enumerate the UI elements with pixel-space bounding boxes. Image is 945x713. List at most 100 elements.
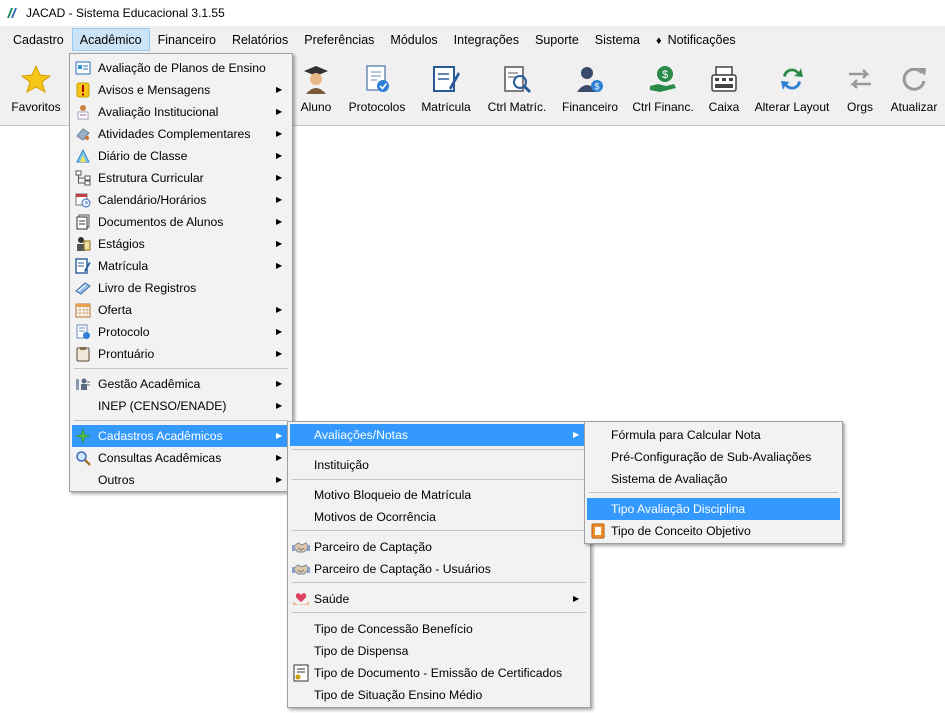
academico-item-avaliacao-de-planos-de-ensino[interactable]: Avaliação de Planos de Ensino [72,57,290,79]
academico-item-label: INEP (CENSO/ENADE) [98,399,227,413]
avaliacoes-item-tipo-de-conceito-objetivo[interactable]: Tipo de Conceito Objetivo [587,520,840,542]
menu-preferencias[interactable]: Preferências [296,28,382,51]
toolbar-ctrl-financ-button[interactable]: $ Ctrl Financ. [628,53,698,125]
menu-sistema[interactable]: Sistema [587,28,648,51]
avaliacoes-item-formula-para-calcular-nota[interactable]: Fórmula para Calcular Nota [587,424,840,446]
cadastros-item-tipo-de-situacao-ensino-medio[interactable]: Tipo de Situação Ensino Médio [290,684,588,706]
cadastros-item-label: Avaliações/Notas [314,428,408,442]
menu-separator [74,368,288,369]
cadastros-item-avaliacoes-notas[interactable]: Avaliações/Notas ▶ [290,424,588,446]
menu-financeiro[interactable]: Financeiro [150,28,224,51]
cadastros-item-tipo-de-concessao-beneficio[interactable]: Tipo de Concessão Benefício [290,618,588,640]
menu-sistema-label: Sistema [594,33,640,47]
book-icon [74,280,92,296]
menu-integracoes[interactable]: Integrações [446,28,527,51]
toolbar-financeiro-label: Financeiro [561,100,619,114]
toolbar-caixa-button[interactable]: Caixa [704,53,744,125]
academico-item-estrutura-curricular[interactable]: Estrutura Curricular ▶ [72,167,290,189]
academico-item-consultas-academicas[interactable]: Consultas Acadêmicas ▶ [72,447,290,469]
academico-item-oferta[interactable]: Oferta ▶ [72,299,290,321]
academico-item-label: Avaliação de Planos de Ensino [98,61,266,75]
menu-separator [292,612,586,613]
menu-notificacoes[interactable]: ♦ Notificações [648,28,744,51]
academico-item-livro-de-registros[interactable]: Livro de Registros [72,277,290,299]
jacad-logo-icon [7,8,17,18]
toolbar-favoritos-button[interactable]: Favoritos [6,53,66,125]
menu-separator [589,492,838,493]
toolbar-orgs-button[interactable]: Orgs [840,53,880,125]
avaliacoes-item-label: Sistema de Avaliação [611,472,728,486]
academico-item-atividades-complementares[interactable]: Atividades Complementares ▶ [72,123,290,145]
toolbar-atualizar-button[interactable]: Atualizar [886,53,942,125]
avaliacoes-item-tipo-avaliacao-disciplina[interactable]: Tipo Avaliação Disciplina [587,498,840,520]
cadastros-item-saude[interactable]: Saúde ▶ [290,588,588,610]
heart-hands-icon [292,591,310,607]
submenu-arrow-icon: ▶ [276,431,283,440]
menu-suporte[interactable]: Suporte [527,28,587,51]
warning-icon [74,82,92,98]
bell-icon: ♦ [655,35,662,47]
toolbar-aluno-label: Aluno [300,100,332,114]
submenu-arrow-icon: ▶ [276,239,283,248]
academico-item-matricula[interactable]: Matrícula ▶ [72,255,290,277]
toolbar-protocolos-button[interactable]: Protocolos [344,53,410,125]
academico-item-label: Outros [98,473,135,487]
academico-item-avaliacao-institucional[interactable]: Avaliação Institucional ▶ [72,101,290,123]
cadastros-item-motivos-de-ocorrencia[interactable]: Motivos de Ocorrência [290,506,588,528]
handshake-icon [292,539,310,555]
academico-item-label: Oferta [98,303,132,317]
cadastros-item-motivo-bloqueio-de-matricula[interactable]: Motivo Bloqueio de Matrícula [290,484,588,506]
toolbar-atualizar-label: Atualizar [890,100,938,114]
menu-relatorios[interactable]: Relatórios [224,28,296,51]
menu-modulos[interactable]: Módulos [382,28,445,51]
academico-item-label: Protocolo [98,325,150,339]
submenu-arrow-icon: ▶ [276,217,283,226]
menu-cadastro[interactable]: Cadastro [5,28,72,51]
cadastros-item-label: Tipo de Situação Ensino Médio [314,688,483,702]
cadastros-item-instituicao[interactable]: Instituição [290,454,588,476]
cadastros-item-parceiro-de-captacao[interactable]: Parceiro de Captação [290,536,588,558]
menu-financeiro-label: Financeiro [157,33,216,47]
concept-icon [589,523,607,539]
toolbar-orgs-label: Orgs [846,100,873,114]
avaliacoes-item-sistema-de-avaliacao[interactable]: Sistema de Avaliação [587,468,840,490]
window-title: JACAD - Sistema Educacional 3.1.55 [26,6,225,20]
menu-separator [292,530,586,531]
cash-register-icon [708,63,740,95]
layout-icon [776,63,808,95]
svg-text:$: $ [662,69,668,81]
academico-item-gestao-academica[interactable]: Gestão Acadêmica ▶ [72,373,290,395]
academico-item-documentos-de-alunos[interactable]: Documentos de Alunos ▶ [72,211,290,233]
academico-item-estagios[interactable]: Estágios ▶ [72,233,290,255]
academico-item-outros[interactable]: Outros ▶ [72,469,290,491]
toolbar-protocolos-label: Protocolos [348,100,406,114]
academico-item-avisos-e-mensagens[interactable]: Avisos e Mensagens ▶ [72,79,290,101]
avaliacoes-item-pre-configuracao-de-sub-avaliacoes[interactable]: Pré-Configuração de Sub-Avaliações [587,446,840,468]
toolbar-alterar-layout-button[interactable]: Alterar Layout [750,53,834,125]
cadastros-item-tipo-de-documento-emissao-de-certificados[interactable]: Tipo de Documento - Emissão de Certifica… [290,662,588,684]
menu-separator [292,479,586,480]
academico-item-protocolo[interactable]: Protocolo ▶ [72,321,290,343]
cadastros-item-label: Saúde [314,592,350,606]
cadastros-item-parceiro-de-captacao-usuarios[interactable]: Parceiro de Captação - Usuários [290,558,588,580]
title-bar: JACAD - Sistema Educacional 3.1.55 [0,0,945,26]
academico-item-diario-de-classe[interactable]: Diário de Classe ▶ [72,145,290,167]
academico-item-prontuario[interactable]: Prontuário ▶ [72,343,290,365]
avaliacoes-item-label: Tipo de Conceito Objetivo [611,524,751,538]
submenu-arrow-icon: ▶ [276,305,283,314]
menu-academico[interactable]: Acadêmico [71,28,150,51]
toolbar-ctrl-matric-button[interactable]: Ctrl Matríc. [482,53,552,125]
structure-icon [74,170,92,186]
submenu-arrow-icon: ▶ [276,453,283,462]
cadastros-item-tipo-de-dispensa[interactable]: Tipo de Dispensa [290,640,588,662]
academico-item-cadastros-academicos[interactable]: Cadastros Acadêmicos ▶ [72,425,290,447]
academico-item-label: Estrutura Curricular [98,171,204,185]
academico-item-calendario-horarios[interactable]: Calendário/Horários ▶ [72,189,290,211]
cadastros-item-label: Motivos de Ocorrência [314,510,436,524]
toolbar-aluno-button[interactable]: Aluno [294,53,338,125]
toolbar-matricula-button[interactable]: Matrícula [416,53,476,125]
submenu-arrow-icon: ▶ [276,151,283,160]
academico-item-inep-censo-enade[interactable]: INEP (CENSO/ENADE) ▶ [72,395,290,417]
graduate-icon [300,63,332,95]
toolbar-financeiro-button[interactable]: $ Financeiro [558,53,622,125]
